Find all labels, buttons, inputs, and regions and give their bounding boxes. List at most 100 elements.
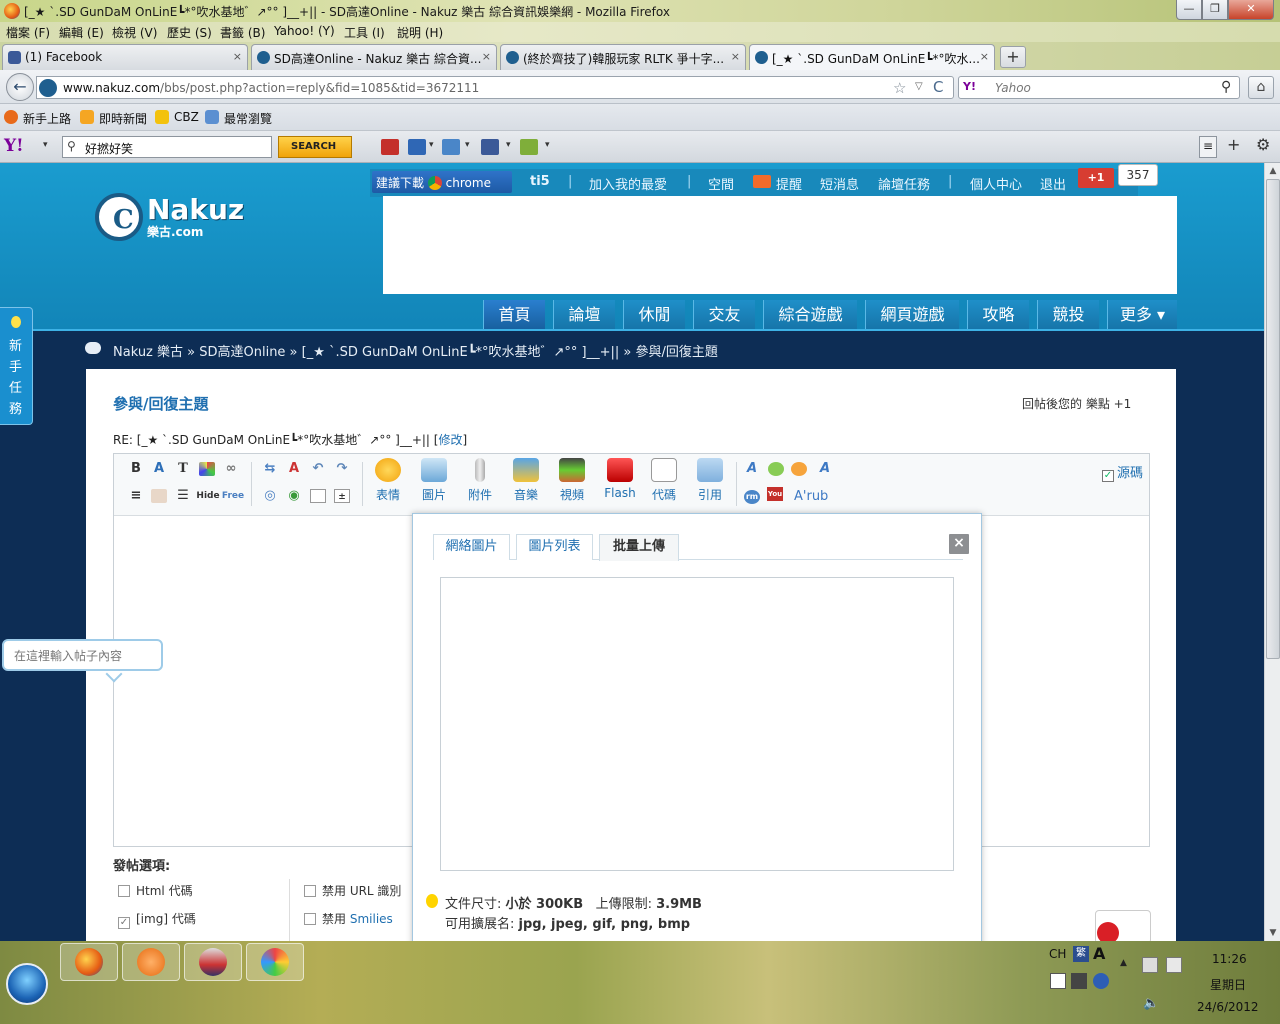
docs-icon[interactable]: [408, 139, 426, 155]
ruby-button[interactable]: A'rub: [794, 489, 828, 504]
close-tab-icon[interactable]: ×: [482, 50, 491, 63]
google-plus-one-button[interactable]: +1: [1078, 168, 1114, 188]
search-icon[interactable]: ⚲: [1221, 79, 1231, 95]
ad-banner[interactable]: [383, 196, 1177, 294]
link-icon[interactable]: ∞: [223, 462, 239, 476]
bookmark-getting-started[interactable]: 新手上路: [23, 110, 71, 127]
nav-auction[interactable]: 競投: [1037, 300, 1099, 330]
media-icon[interactable]: [768, 462, 784, 476]
ime-mode-icon[interactable]: 繁: [1073, 946, 1089, 962]
language-indicator[interactable]: CH: [1049, 947, 1066, 961]
chevron-down-icon[interactable]: ▾: [43, 140, 48, 150]
option-html-code[interactable]: Html 代碼: [118, 882, 193, 899]
ime-settings-icon[interactable]: [1071, 973, 1087, 989]
menu-yahoo[interactable]: Yahoo! (Y): [274, 24, 335, 38]
bookmark-star-icon[interactable]: ☆: [893, 79, 906, 97]
music-button[interactable]: 音樂: [506, 454, 546, 503]
option-disable-url[interactable]: 禁用 URL 識別: [304, 882, 401, 899]
quote-button[interactable]: 引用: [690, 454, 730, 503]
menu-help[interactable]: 說明 (H): [397, 24, 443, 41]
close-icon[interactable]: ×: [949, 534, 969, 554]
attachment-button[interactable]: 附件: [460, 454, 500, 503]
option-img-code[interactable]: ✓ [img] 代碼: [118, 910, 196, 929]
unlink-icon[interactable]: ⇆: [262, 462, 278, 476]
upload-area[interactable]: [440, 577, 954, 871]
image-button[interactable]: 圖片: [414, 454, 454, 503]
minimize-button[interactable]: —: [1176, 0, 1202, 20]
toolbar-search-input[interactable]: ⚲ 好撚好笑: [62, 136, 272, 158]
gear-icon[interactable]: ⚙: [1256, 135, 1270, 154]
emoji-icon[interactable]: [791, 462, 807, 476]
nav-web-games[interactable]: 網頁遊戲: [865, 300, 959, 330]
hide-icon[interactable]: Hide: [196, 489, 220, 503]
volume-icon[interactable]: 🔈: [1143, 996, 1159, 1011]
font-size-icon[interactable]: T: [175, 462, 191, 476]
chevron-down-icon[interactable]: ▾: [506, 140, 511, 150]
video-button[interactable]: 視頻: [552, 454, 592, 503]
font-style-icon[interactable]: A: [817, 462, 833, 476]
chrome-promo-button[interactable]: 建議下載 chrome: [372, 171, 512, 193]
toolbar-search-button[interactable]: SEARCH: [278, 136, 352, 158]
free-icon[interactable]: Free: [221, 489, 245, 503]
tab-rltk[interactable]: (終於齊技了)韓服玩家 RLTK 爭十字... ×: [500, 44, 746, 70]
remove-format-icon[interactable]: A: [286, 462, 302, 476]
add-favorite-link[interactable]: 加入我的最愛: [589, 174, 667, 193]
tab-batch-upload[interactable]: 批量上傳: [599, 534, 679, 561]
reminders-link[interactable]: 提醒: [776, 174, 802, 193]
nav-more[interactable]: 更多 ▾: [1107, 300, 1177, 330]
align-left-icon[interactable]: ≡: [128, 489, 144, 503]
tab-image-list[interactable]: 圖片列表: [516, 534, 593, 560]
maximize-button[interactable]: ❐: [1202, 0, 1228, 20]
tab-current[interactable]: [_★ `.SD GunDaM OnLinE┗*°吹水... ×: [749, 44, 995, 70]
nav-social[interactable]: 交友: [693, 300, 755, 330]
clock-time[interactable]: 11:26: [1212, 952, 1247, 966]
taskbar-paint[interactable]: [246, 943, 304, 981]
source-toggle[interactable]: ✓ 源碼: [1102, 462, 1143, 482]
list-icon[interactable]: ☰: [175, 489, 191, 503]
nav-leisure[interactable]: 休閒: [623, 300, 685, 330]
scroll-up-icon[interactable]: ▲: [1265, 163, 1280, 179]
rm-icon[interactable]: rm: [744, 490, 760, 504]
reload-icon[interactable]: C: [933, 78, 943, 96]
show-hidden-icons[interactable]: ▲: [1120, 958, 1127, 968]
url-text[interactable]: www.nakuz.com/bbs/post.php?action=reply&…: [63, 81, 479, 95]
username-link[interactable]: ti5: [530, 174, 550, 189]
site-logo-mark[interactable]: C: [95, 193, 143, 241]
font-icon[interactable]: A: [744, 462, 760, 476]
add-icon[interactable]: +: [1227, 135, 1240, 154]
scroll-down-icon[interactable]: ▼: [1265, 925, 1280, 941]
close-tab-icon[interactable]: ×: [731, 50, 740, 63]
chevron-down-icon[interactable]: ▾: [545, 140, 550, 150]
back-button[interactable]: ←: [6, 73, 34, 101]
taskbar-gundam[interactable]: [184, 943, 242, 981]
new-tab-button[interactable]: +: [1000, 46, 1026, 68]
option-disable-smilies[interactable]: 禁用 Smilies: [304, 910, 393, 927]
menu-edit[interactable]: 編輯 (E): [59, 24, 104, 41]
table-icon[interactable]: ±: [334, 489, 350, 503]
yahoo-logo[interactable]: Y!: [4, 136, 24, 156]
color-grid-icon[interactable]: [199, 462, 215, 476]
space-link[interactable]: 空間: [708, 174, 734, 193]
nav-forum[interactable]: 論壇: [553, 300, 615, 330]
yahoo-engine-icon[interactable]: Y!: [963, 80, 976, 93]
flash-button[interactable]: Flash: [598, 454, 642, 500]
checkbox[interactable]: ✓: [118, 917, 130, 929]
youtube-icon[interactable]: [381, 139, 399, 155]
close-tab-icon[interactable]: ×: [980, 50, 989, 63]
vertical-scrollbar[interactable]: ▲ ▼: [1264, 163, 1280, 941]
breadcrumb[interactable]: Nakuz 樂古 » SD高達Online » [_★ `.SD GunDaM …: [113, 341, 718, 360]
notes-icon[interactable]: [520, 139, 538, 155]
logout-link[interactable]: 退出: [1040, 174, 1066, 193]
toolbar-menu-icon[interactable]: ≡: [1199, 136, 1217, 158]
forum-tasks-link[interactable]: 論壇任務: [878, 174, 930, 193]
scrollbar-thumb[interactable]: [1266, 179, 1280, 659]
messages-link[interactable]: 短消息: [820, 174, 859, 193]
tab-sd-online[interactable]: SD高達Online - Nakuz 樂古 綜合資... ×: [251, 44, 497, 70]
youtube-icon[interactable]: You: [767, 487, 783, 501]
nav-games[interactable]: 綜合遊戲: [763, 300, 857, 330]
facebook-icon[interactable]: [481, 139, 499, 155]
nav-home[interactable]: 首頁: [483, 300, 545, 330]
tab-web-image[interactable]: 網絡圖片: [433, 534, 510, 560]
site-identity-icon[interactable]: [39, 79, 57, 97]
close-window-button[interactable]: ✕: [1228, 0, 1274, 20]
